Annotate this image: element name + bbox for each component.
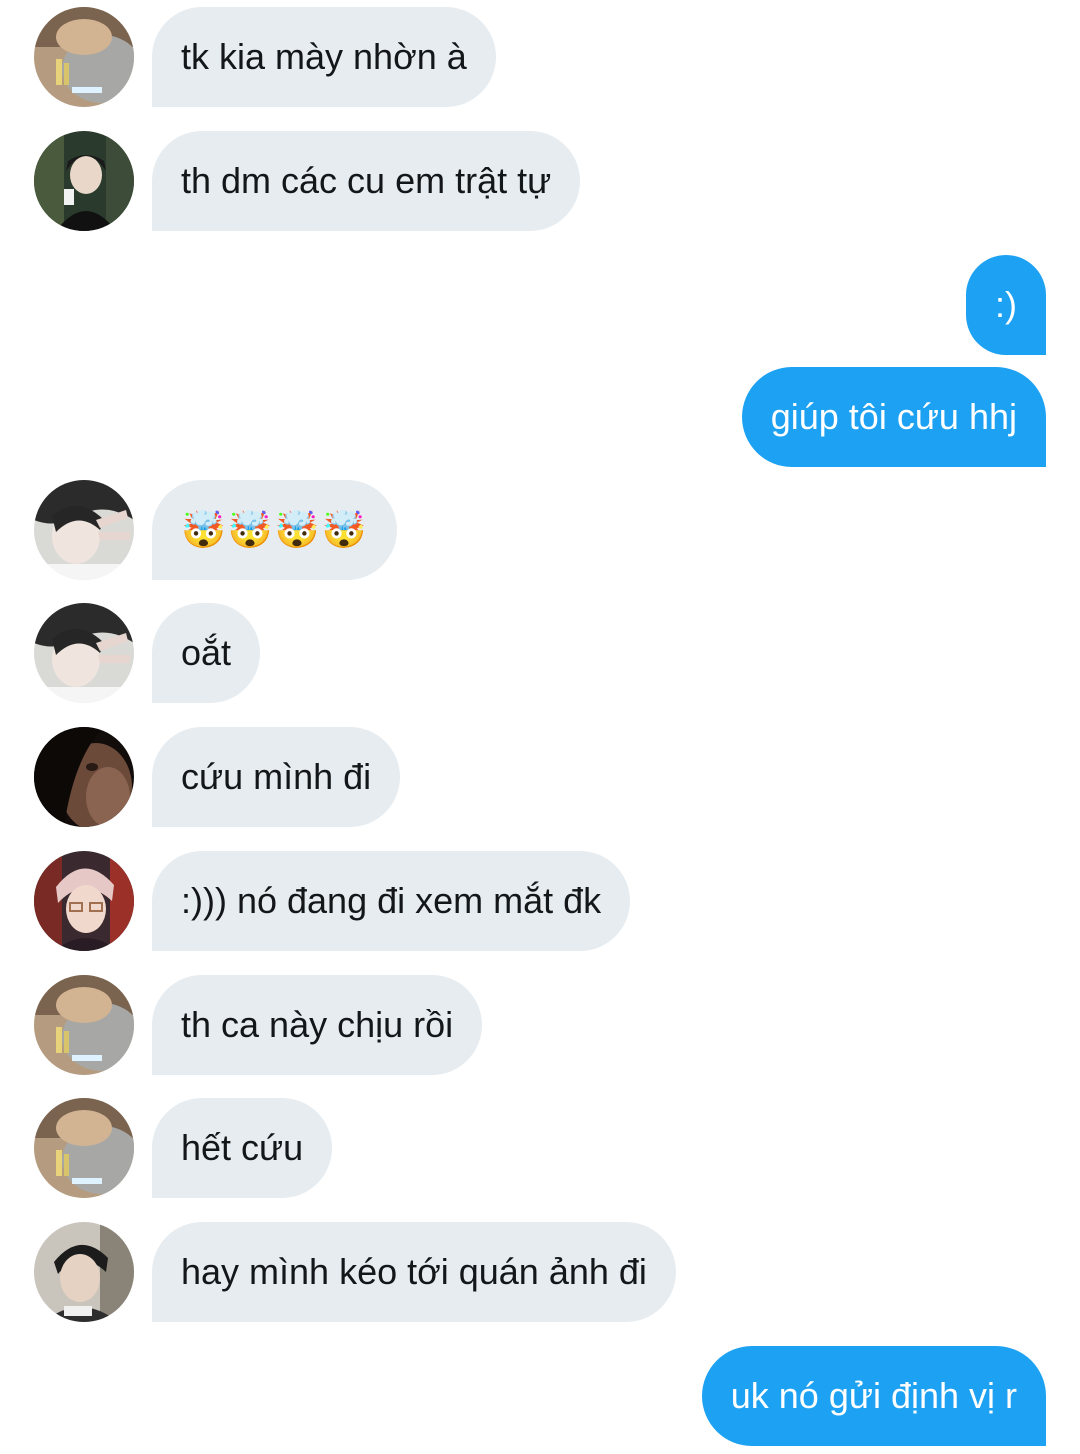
avatar[interactable] bbox=[34, 1222, 134, 1322]
message-row-outgoing: :) bbox=[0, 255, 1080, 355]
message-row-outgoing: uk nó gửi định vị r bbox=[0, 1346, 1080, 1446]
message-bubble-incoming[interactable]: oắt bbox=[152, 603, 261, 703]
message-bubble-incoming[interactable]: 🤯🤯🤯🤯 bbox=[152, 480, 398, 580]
message-row-incoming: hết cứu bbox=[0, 1098, 1080, 1198]
message-bubble-incoming[interactable]: hết cứu bbox=[152, 1098, 333, 1198]
avatar[interactable] bbox=[34, 131, 134, 231]
avatar[interactable] bbox=[34, 727, 134, 827]
avatar[interactable] bbox=[34, 480, 134, 580]
avatar[interactable] bbox=[34, 975, 134, 1075]
avatar[interactable] bbox=[34, 851, 134, 951]
message-row-incoming: oắt bbox=[0, 603, 1080, 703]
message-row-incoming: 🤯🤯🤯🤯 bbox=[0, 480, 1080, 580]
conversation-thread: tk kia mày nhờn à th dm các cu em trật t… bbox=[0, 0, 1080, 1454]
message-bubble-incoming[interactable]: tk kia mày nhờn à bbox=[152, 7, 496, 107]
message-bubble-incoming[interactable]: cứu mình đi bbox=[152, 727, 401, 827]
avatar[interactable] bbox=[34, 603, 134, 703]
message-bubble-outgoing[interactable]: uk nó gửi định vị r bbox=[701, 1346, 1046, 1446]
message-bubble-incoming[interactable]: hay mình kéo tới quán ảnh đi bbox=[152, 1222, 676, 1322]
message-bubble-incoming[interactable]: th ca này chịu rồi bbox=[152, 975, 483, 1075]
message-bubble-outgoing[interactable]: :) bbox=[966, 255, 1046, 355]
message-row-incoming: cứu mình đi bbox=[0, 727, 1080, 827]
message-row-incoming: th ca này chịu rồi bbox=[0, 975, 1080, 1075]
avatar[interactable] bbox=[34, 7, 134, 107]
avatar[interactable] bbox=[34, 1098, 134, 1198]
message-bubble-incoming[interactable]: :))) nó đang đi xem mắt đk bbox=[152, 851, 631, 951]
message-row-incoming: hay mình kéo tới quán ảnh đi bbox=[0, 1222, 1080, 1322]
message-bubble-outgoing[interactable]: giúp tôi cứu hhj bbox=[741, 367, 1046, 467]
message-bubble-incoming[interactable]: th dm các cu em trật tự bbox=[152, 131, 581, 231]
message-row-incoming: tk kia mày nhờn à bbox=[0, 7, 1080, 107]
message-row-outgoing: giúp tôi cứu hhj bbox=[0, 367, 1080, 467]
message-row-incoming: :))) nó đang đi xem mắt đk bbox=[0, 851, 1080, 951]
message-row-incoming: th dm các cu em trật tự bbox=[0, 131, 1080, 231]
